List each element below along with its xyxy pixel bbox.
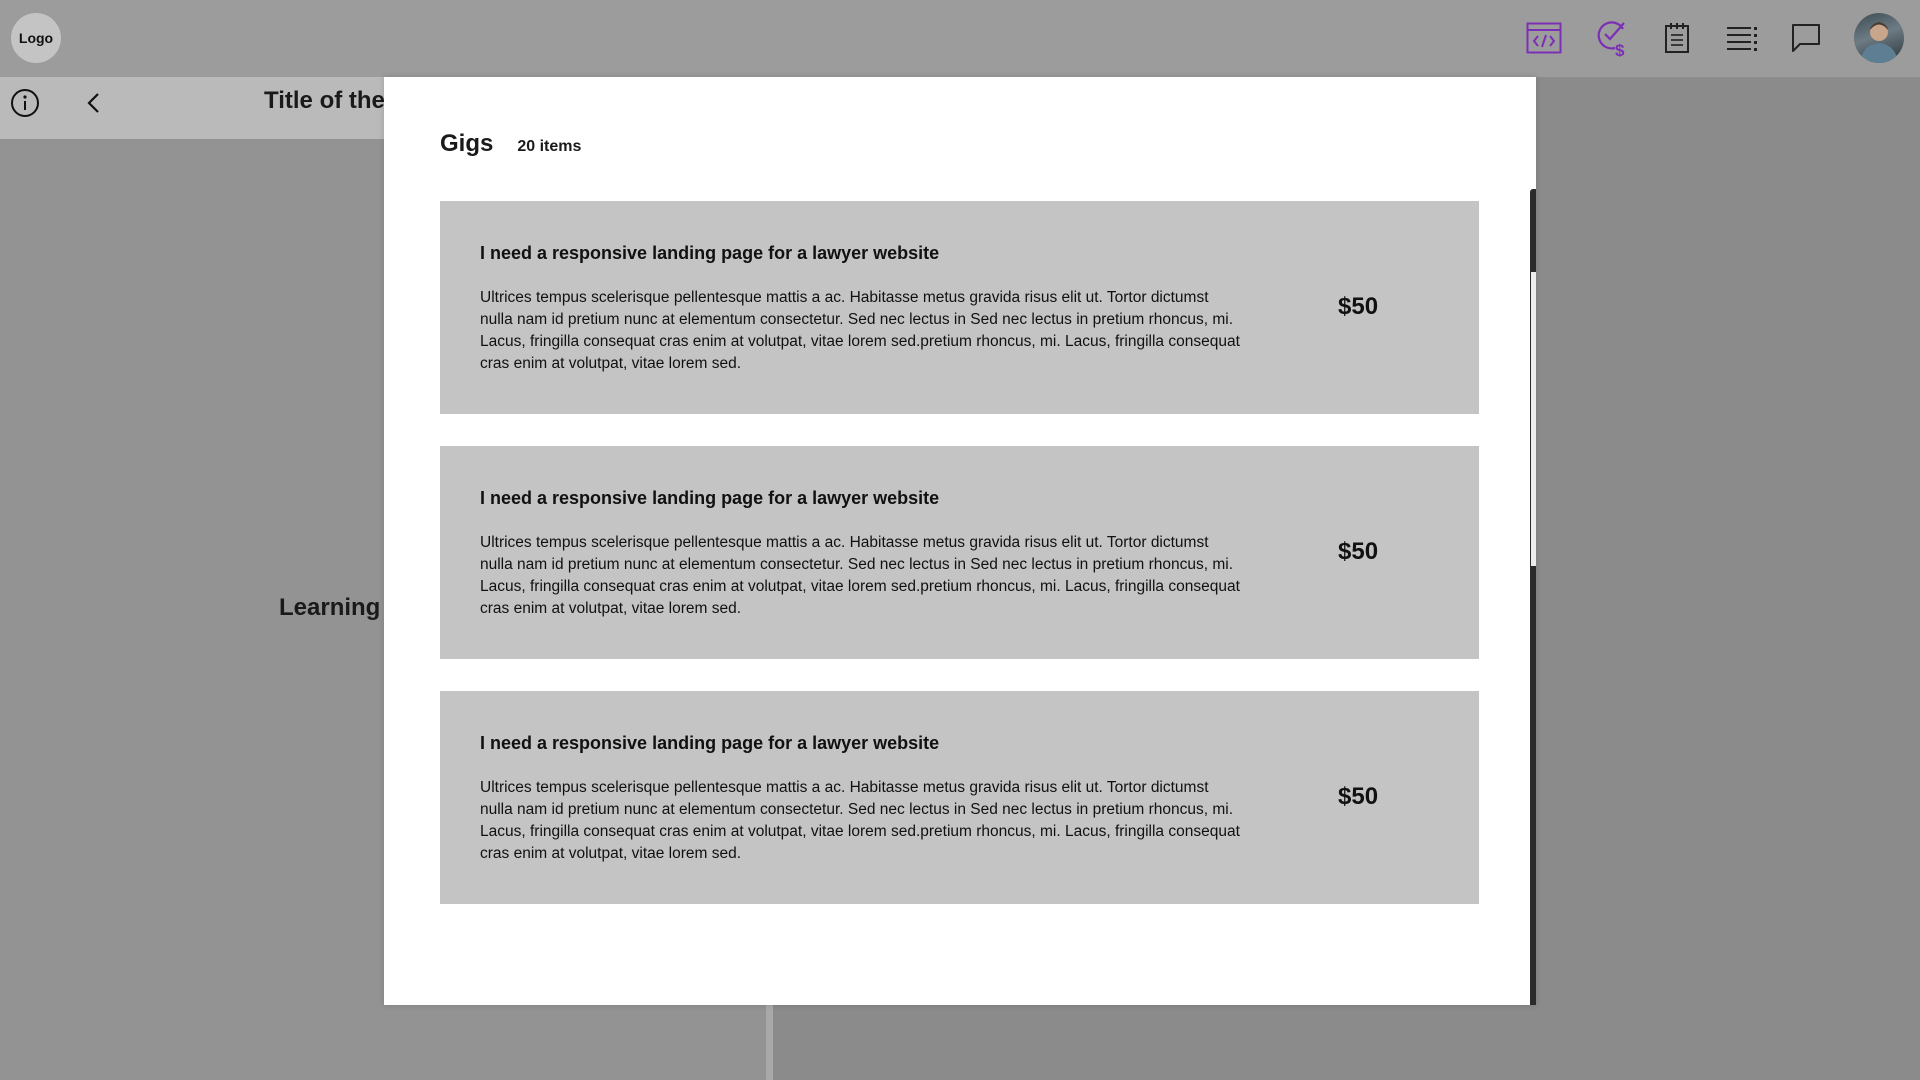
chevron-left-icon[interactable] (83, 91, 107, 115)
notepad-icon[interactable] (1659, 20, 1695, 56)
top-bar (0, 0, 1920, 77)
page-title: Title of the (264, 87, 385, 114)
gig-title: I need a responsive landing page for a l… (480, 243, 940, 263)
gig-description: Ultrices tempus scelerisque pellentesque… (480, 534, 1240, 617)
logo[interactable]: Logo (11, 13, 61, 63)
scrollbar-thumb[interactable] (1531, 272, 1536, 566)
gig-title: I need a responsive landing page for a l… (480, 733, 940, 753)
check-dollar-icon[interactable]: $ (1594, 20, 1630, 57)
item-count: 20 items (517, 138, 582, 155)
gig-price: $50 (1338, 783, 1379, 810)
gigs-modal: Gigs 20 items I need a responsive landin… (384, 77, 1536, 1005)
gig-card[interactable]: I need a responsive landing page for a l… (440, 201, 1479, 414)
list-icon[interactable] (1724, 20, 1760, 56)
gig-title: I need a responsive landing page for a l… (480, 488, 940, 508)
info-icon[interactable] (10, 88, 40, 118)
svg-text:$: $ (1615, 41, 1625, 57)
gig-card[interactable]: I need a responsive landing page for a l… (440, 691, 1479, 904)
chat-icon[interactable] (1788, 20, 1824, 56)
learning-label: Learning l (279, 594, 394, 621)
code-icon[interactable] (1526, 20, 1562, 56)
gig-price: $50 (1338, 538, 1379, 565)
modal-title: Gigs (440, 130, 494, 157)
avatar[interactable] (1854, 13, 1904, 63)
gig-card[interactable]: I need a responsive landing page for a l… (440, 446, 1479, 659)
gig-description: Ultrices tempus scelerisque pellentesque… (480, 779, 1240, 862)
gig-price: $50 (1338, 293, 1379, 320)
modal-header: Gigs 20 items (440, 130, 581, 158)
gig-description: Ultrices tempus scelerisque pellentesque… (480, 289, 1240, 372)
